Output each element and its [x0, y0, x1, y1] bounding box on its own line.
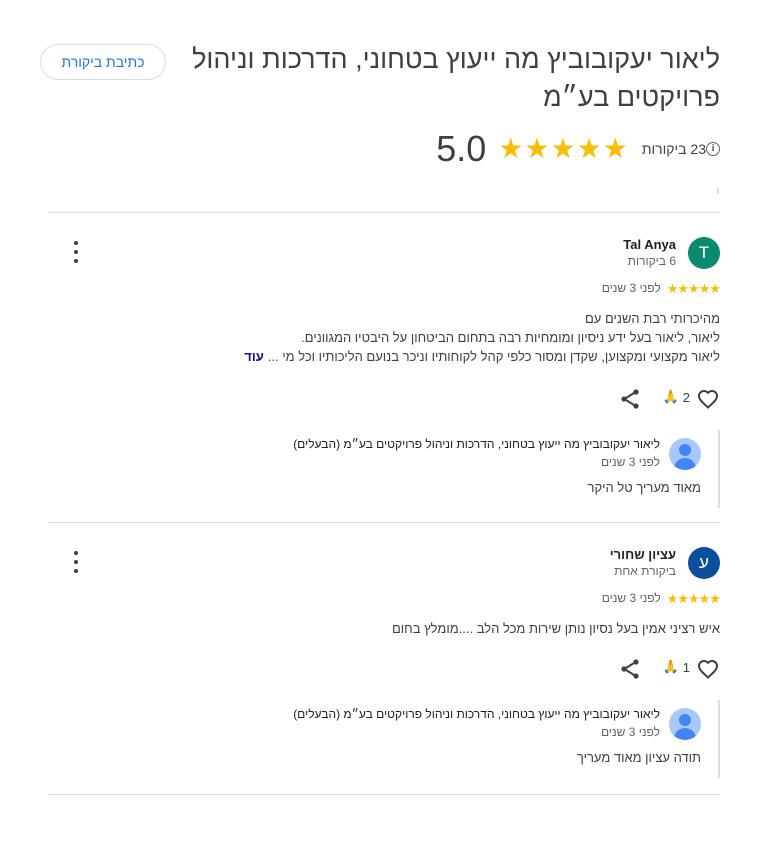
owner-response-bar: [718, 430, 720, 508]
more-options-icon[interactable]: [68, 241, 84, 263]
info-icon[interactable]: i: [706, 142, 720, 156]
review-time: לפני 3 שנים: [601, 591, 661, 605]
reaction-count: 2: [682, 389, 690, 405]
reviewer-name[interactable]: Tal Anya: [623, 237, 676, 252]
owner-name: ליאור יעקובוביץ מה ייעוץ בטחוני, הדרכות …: [293, 437, 660, 451]
owner-response-time: לפני 3 שנים: [600, 455, 660, 469]
reaction-count: 1: [682, 659, 690, 675]
pray-emoji-icon: 🙏: [662, 659, 679, 674]
star-icon: ★: [709, 280, 721, 296]
owner-response-text: מאוד מעריך טל היקר: [587, 480, 702, 495]
divider: [48, 794, 720, 795]
share-icon[interactable]: [618, 387, 642, 411]
owner-response-time: לפני 3 שנים: [600, 725, 660, 739]
review-text-line: איש רציני אמין בעל נסיון נותן שירות מכל …: [391, 621, 720, 636]
star-icon: ★: [666, 280, 679, 296]
business-header: ליאור יעקובוביץ מה ייעוץ בטחוני, הדרכות …: [0, 0, 765, 210]
reviewer-review-count: ביקורת אחת: [614, 564, 676, 578]
star-icon: ★: [602, 133, 628, 164]
divider-tick: [717, 188, 719, 194]
like-heart-icon[interactable]: [696, 657, 720, 681]
reviewer-review-count: 6 ביקורות: [627, 254, 676, 268]
star-icon: ★: [550, 133, 576, 164]
review-text: מהיכרותי רבת השנים עם ליאור, ליאור בעל י…: [60, 309, 720, 366]
reaction-group[interactable]: 🙏 2: [663, 389, 690, 405]
star-icon: ★: [698, 590, 711, 606]
reviewer-avatar[interactable]: ע: [688, 547, 720, 579]
star-icon: ★: [498, 133, 524, 164]
owner-response: ליאור יעקובוביץ מה ייעוץ בטחוני, הדרכות …: [48, 700, 720, 778]
owner-avatar-icon: [669, 438, 701, 470]
reviewer-name[interactable]: עציון שחורי: [610, 547, 676, 562]
more-link[interactable]: עוד: [244, 349, 264, 364]
divider: [48, 212, 720, 213]
divider: [48, 522, 720, 523]
review-text-line: ליאור, ליאור בעל ידע ניסיון ומומחיות רבה…: [301, 330, 720, 345]
star-icon: ★: [677, 590, 689, 606]
review-card: ע עציון שחורי ביקורת אחת ★ ★ ★ ★ ★ לפני 3 שנ…: [48, 547, 721, 778]
business-title: ליאור יעקובוביץ מה ייעוץ בטחוני, הדרכות …: [192, 44, 720, 112]
star-icon: ★: [709, 590, 721, 606]
rating-value: 5.0: [436, 128, 487, 169]
review-card: T Tal Anya 6 ביקורות ★ ★ ★ ★ ★ לפני 3 שנים מ…: [48, 237, 721, 508]
star-icon: ★: [688, 280, 700, 296]
owner-response-bar: [718, 700, 720, 778]
review-actions: 🙏 2: [48, 387, 720, 411]
like-heart-icon[interactable]: [696, 387, 720, 411]
write-review-button[interactable]: כתיבת ביקורת: [40, 44, 166, 80]
more-options-icon[interactable]: [68, 551, 84, 573]
owner-response-text: תודה עציון מאוד מעריך: [576, 750, 701, 765]
pray-emoji-icon: 🙏: [662, 389, 679, 404]
star-icon: ★: [688, 590, 700, 606]
review-stars: ★ ★ ★ ★ ★: [666, 590, 721, 606]
star-icon: ★: [576, 133, 602, 164]
owner-avatar-icon: [669, 708, 701, 740]
review-text-fragment: ליאור מקצועי ומקצוען, שקדן ומסור כלפי קה…: [267, 349, 720, 364]
star-icon: ★: [698, 280, 711, 296]
review-text-line: ליאור מקצועי ומקצוען, שקדן ומסור כלפי קה…: [60, 347, 720, 366]
review-count[interactable]: 23 ביקורות: [642, 141, 706, 157]
review-time: לפני 3 שנים: [601, 281, 661, 295]
review-actions: 🙏 1: [48, 657, 720, 681]
star-icon: ★: [677, 280, 689, 296]
star-icon: ★: [524, 133, 550, 164]
reviewer-avatar[interactable]: T: [688, 237, 720, 269]
review-text: איש רציני אמין בעל נסיון נותן שירות מכל …: [60, 619, 720, 638]
share-icon[interactable]: [618, 657, 642, 681]
reaction-group[interactable]: 🙏 1: [663, 659, 690, 675]
owner-name: ליאור יעקובוביץ מה ייעוץ בטחוני, הדרכות …: [293, 707, 660, 721]
rating-summary: 5.0 ★ ★ ★ ★ ★ 23 ביקורות i: [424, 128, 720, 170]
review-text-line: מהיכרותי רבת השנים עם: [584, 311, 720, 326]
review-rating-row: ★ ★ ★ ★ ★ לפני 3 שנים: [601, 280, 721, 296]
review-stars: ★ ★ ★ ★ ★: [666, 280, 721, 296]
star-icon: ★: [666, 590, 679, 606]
owner-response: ליאור יעקובוביץ מה ייעוץ בטחוני, הדרכות …: [48, 430, 720, 508]
review-rating-row: ★ ★ ★ ★ ★ לפני 3 שנים: [601, 590, 721, 606]
rating-stars: ★ ★ ★ ★ ★: [498, 135, 628, 163]
